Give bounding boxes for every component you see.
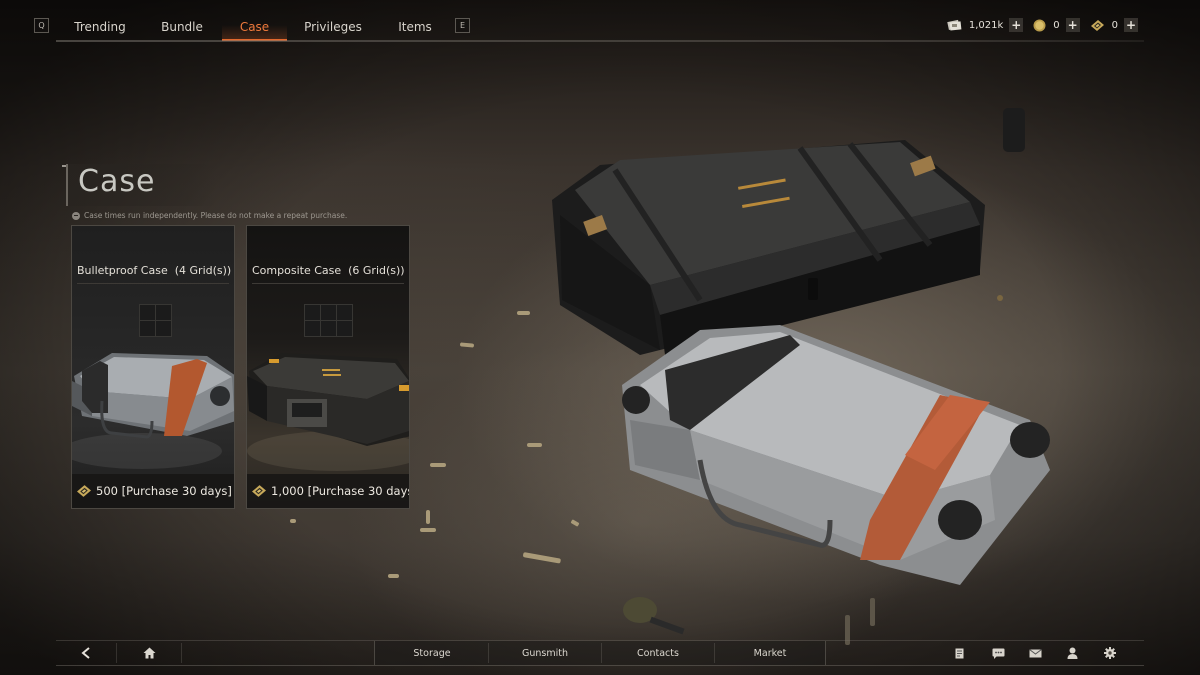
composite-case-thumbnail xyxy=(247,353,409,471)
bottombar-divider-bottom xyxy=(56,665,1144,666)
notes-button[interactable] xyxy=(942,641,978,665)
tab-items[interactable]: Items xyxy=(393,12,437,41)
profile-button[interactable] xyxy=(1054,641,1090,665)
tab-bundle[interactable]: Bundle xyxy=(153,12,211,41)
composite-case-card[interactable]: Composite Case (6 Grid(s)) 1,000 [Purcha… xyxy=(246,225,410,509)
price-label: 1,000 [Purchase 30 days] xyxy=(271,484,410,498)
nav-market[interactable]: Market xyxy=(715,641,825,665)
nav-storage[interactable]: Storage xyxy=(376,641,488,665)
purchase-notice-text: Case times run independently. Please do … xyxy=(84,211,348,220)
home-icon xyxy=(143,647,156,659)
tab-case[interactable]: Case xyxy=(222,12,287,41)
coin-balance: 0 xyxy=(1053,19,1060,31)
topbar-divider xyxy=(56,40,1144,42)
info-minus-icon xyxy=(72,211,80,220)
chat-icon xyxy=(992,648,1005,659)
banknote-stack-icon xyxy=(947,19,962,31)
grid-capacity: (6 Grid(s)) xyxy=(348,264,405,277)
page-title: Case xyxy=(78,164,156,199)
home-button[interactable] xyxy=(117,641,181,665)
tab-privileges[interactable]: Privileges xyxy=(300,12,366,41)
case-name: Bulletproof Case xyxy=(77,264,168,277)
profile-icon xyxy=(1067,647,1078,659)
next-tab-key-hint[interactable]: E xyxy=(455,18,470,33)
voucher-ticket-icon xyxy=(1090,19,1105,32)
price-bar: 1,000 [Purchase 30 days] xyxy=(247,474,409,508)
bulletproof-case-render xyxy=(622,325,1050,585)
bulletproof-case-thumbnail xyxy=(72,353,234,469)
grid-capacity-icon xyxy=(139,304,172,337)
grid-capacity: (4 Grid(s)) xyxy=(174,264,232,277)
add-vouchers-button[interactable]: + xyxy=(1124,18,1138,32)
add-banknotes-button[interactable]: + xyxy=(1009,18,1024,32)
card-title: Bulletproof Case (4 Grid(s)) xyxy=(77,264,232,284)
mail-button[interactable] xyxy=(1017,641,1053,665)
case-name: Composite Case xyxy=(252,264,342,277)
gold-coin-icon xyxy=(1033,19,1046,32)
tab-trending[interactable]: Trending xyxy=(70,12,130,41)
grenade-props xyxy=(623,108,1025,635)
composite-case-render xyxy=(552,140,985,355)
notes-icon xyxy=(955,648,965,659)
card-title: Composite Case (6 Grid(s)) xyxy=(252,264,405,284)
settings-icon xyxy=(1104,647,1116,659)
nav-contacts[interactable]: Contacts xyxy=(602,641,714,665)
purchase-notice: Case times run independently. Please do … xyxy=(72,211,347,220)
chat-button[interactable] xyxy=(980,641,1016,665)
mail-icon xyxy=(1028,648,1042,658)
price-label: 500 [Purchase 30 days] xyxy=(96,484,232,498)
bottom-navigation-bar: Storage Gunsmith Contacts Market xyxy=(56,640,1144,666)
voucher-ticket-icon xyxy=(75,484,93,498)
top-navigation-bar: Q Trending Bundle Case Privileges Items … xyxy=(0,0,1200,44)
add-coins-button[interactable]: + xyxy=(1065,18,1080,32)
chevron-left-icon xyxy=(81,647,91,659)
currency-balances: 1,021k + 0 + 0 + xyxy=(947,16,1144,34)
prev-tab-key-hint[interactable]: Q xyxy=(34,18,49,33)
back-button[interactable] xyxy=(56,641,116,665)
separator xyxy=(181,643,182,663)
bulletproof-case-card[interactable]: Bulletproof Case (4 Grid(s)) 500 [Purcha… xyxy=(71,225,235,509)
grid-capacity-icon xyxy=(304,304,353,337)
nav-gunsmith[interactable]: Gunsmith xyxy=(489,641,601,665)
banknote-balance: 1,021k xyxy=(968,19,1004,31)
voucher-balance: 0 xyxy=(1111,19,1118,31)
voucher-ticket-icon xyxy=(250,484,268,498)
settings-button[interactable] xyxy=(1092,641,1128,665)
price-bar: 500 [Purchase 30 days] xyxy=(72,474,234,508)
